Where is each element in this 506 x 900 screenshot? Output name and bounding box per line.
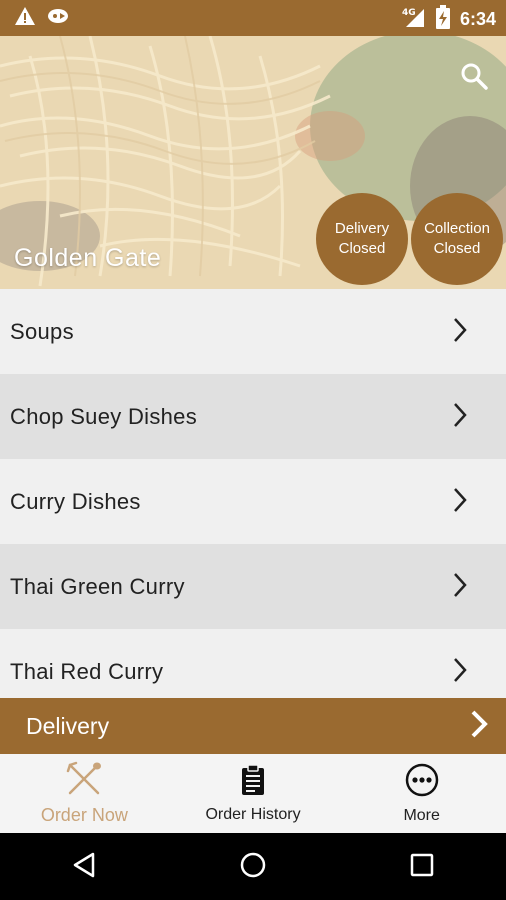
status-time: 6:34	[459, 8, 496, 29]
search-icon[interactable]	[460, 62, 488, 94]
menu-item-label: Thai Red Curry	[10, 658, 164, 684]
menu-item-label: Chop Suey Dishes	[10, 403, 198, 429]
fork-spoon-icon	[66, 761, 102, 799]
collection-status-badge: Collection Closed	[411, 193, 503, 285]
collection-badge-line2: Closed	[433, 240, 481, 257]
recent-apps-icon[interactable]	[409, 852, 435, 882]
delivery-status-badge: Delivery Closed	[316, 193, 408, 285]
system-navigation-bar	[0, 833, 506, 900]
chevron-right-icon	[452, 316, 468, 348]
tab-label: Order History	[205, 805, 301, 823]
tab-label: Order Now	[40, 805, 128, 825]
menu-item-label: Curry Dishes	[10, 488, 141, 514]
delivery-badge-line1: Delivery	[334, 220, 390, 237]
menu-item-label: Soups	[10, 318, 74, 344]
collection-badge-line1: Collection	[424, 220, 490, 237]
home-icon[interactable]	[239, 851, 267, 883]
back-icon[interactable]	[71, 851, 97, 883]
bottom-tab-bar: Order Now Order History More	[0, 754, 506, 833]
warning-icon	[14, 6, 36, 30]
clipboard-icon	[240, 763, 266, 800]
restaurant-name: Golden Gate	[14, 244, 162, 272]
chevron-right-icon	[452, 656, 468, 688]
menu-item-soups[interactable]: Soups	[0, 289, 506, 374]
tab-order-history[interactable]: Order History	[169, 754, 338, 833]
tab-label: More	[403, 806, 440, 824]
signal-icon: 4G	[402, 6, 426, 32]
tab-order-now[interactable]: Order Now	[0, 754, 169, 833]
hero-banner: Golden Gate Delivery Closed Collection C…	[0, 36, 506, 289]
svg-text:4G: 4G	[402, 8, 416, 18]
status-bar: 4G 6:34	[0, 0, 506, 36]
menu-item-chop-suey-dishes[interactable]: Chop Suey Dishes	[0, 374, 506, 459]
chevron-right-icon	[452, 571, 468, 603]
battery-charging-icon	[435, 5, 450, 33]
more-dots-icon	[405, 763, 439, 801]
cast-icon	[46, 6, 70, 30]
chevron-right-icon	[452, 401, 468, 433]
menu-item-label: Thai Green Curry	[10, 573, 185, 599]
chevron-right-icon	[452, 486, 468, 518]
delivery-badge-line2: Closed	[338, 240, 386, 257]
menu-item-thai-green-curry[interactable]: Thai Green Curry	[0, 544, 506, 629]
tab-more[interactable]: More	[337, 754, 506, 833]
menu-item-curry-dishes[interactable]: Curry Dishes	[0, 459, 506, 544]
delivery-mode-label: Delivery	[26, 712, 110, 739]
chevron-right-icon	[470, 709, 488, 743]
menu-category-list: Soups Chop Suey Dishes Curry Dishes Thai…	[0, 289, 506, 714]
delivery-mode-button[interactable]: Delivery	[0, 698, 506, 754]
